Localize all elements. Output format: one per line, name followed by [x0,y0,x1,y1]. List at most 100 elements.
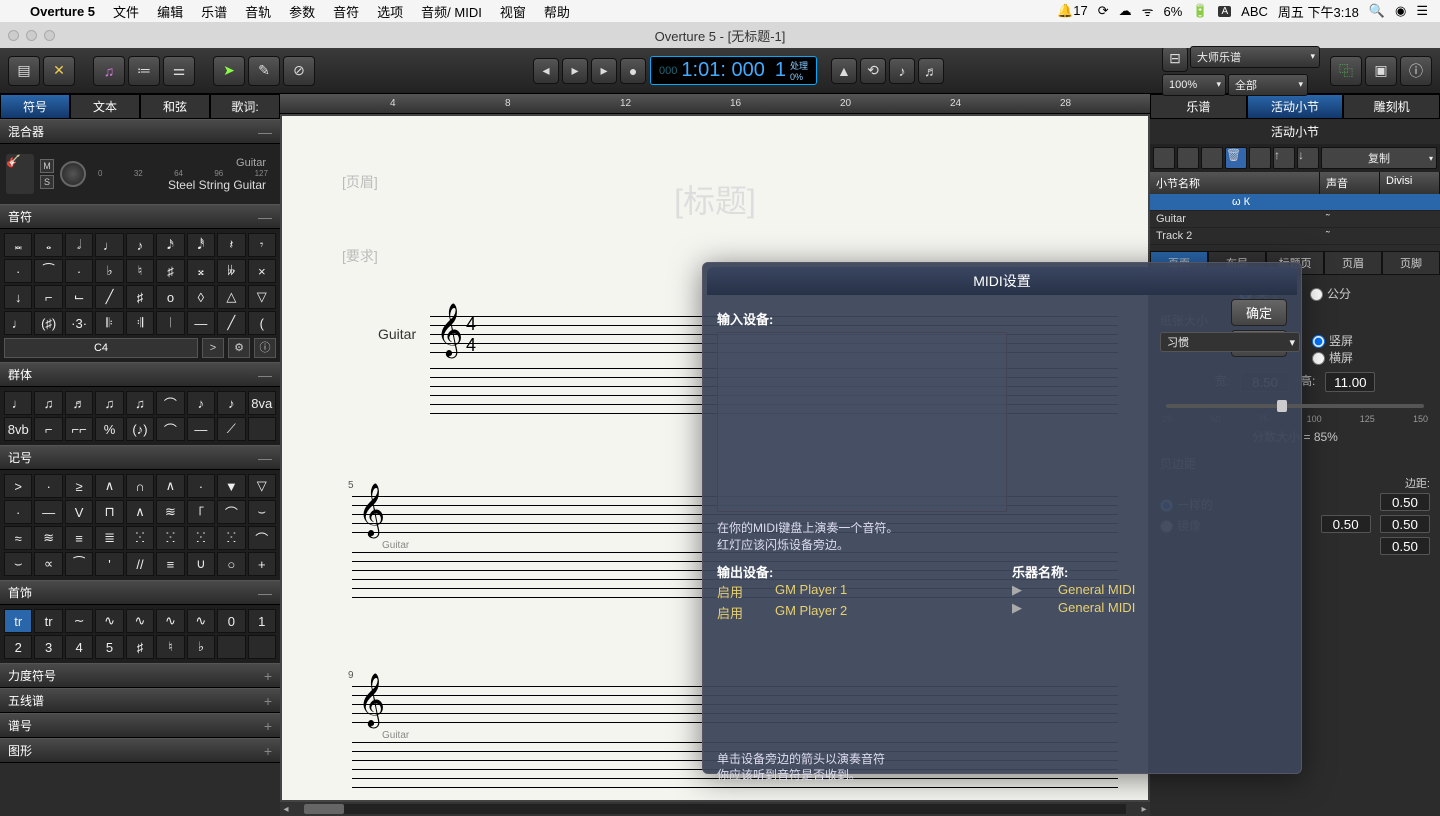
info-button[interactable]: ⓘ [254,338,276,358]
rewind-button[interactable]: ◂ [533,58,559,84]
tab-symbols[interactable]: 符号 [0,94,70,119]
margin-input[interactable] [1321,515,1371,533]
erase-icon[interactable]: ⊘ [283,56,315,86]
menu-track[interactable]: 音轨 [245,2,271,21]
sym[interactable]: ·3· [65,311,93,335]
sym[interactable]: tr [4,609,32,633]
rt-down-icon[interactable]: ↓ [1297,147,1319,169]
sym[interactable]: ⌒ [156,417,184,441]
sym[interactable]: ♮ [156,635,184,659]
sym[interactable]: ⵘ [217,526,245,550]
sym[interactable]: % [95,417,123,441]
sym[interactable]: o [156,285,184,309]
sym[interactable]: ⌐ [34,285,62,309]
status-icon-1[interactable]: ⟳ [1098,3,1109,19]
sym[interactable]: — [34,500,62,524]
sym[interactable]: + [248,552,276,576]
sym[interactable]: 𝄆 [95,311,123,335]
sym[interactable]: 8vb [4,417,32,441]
ime-badge[interactable]: A [1218,6,1231,17]
orient-portrait-radio[interactable]: 竖屏 [1312,332,1353,349]
sym[interactable]: ≈ [4,526,32,550]
input-devices-list[interactable] [717,332,1007,512]
pointer-icon[interactable]: ➤ [213,56,245,86]
sym[interactable]: ≋ [34,526,62,550]
sym[interactable]: ╱ [95,285,123,309]
sym[interactable]: tr [34,609,62,633]
sym[interactable]: ∩ [126,474,154,498]
sym[interactable]: ⵘ [126,526,154,550]
sym[interactable]: ⌣ [248,500,276,524]
view-score-icon[interactable]: ▤ [8,56,40,86]
sym[interactable]: ⁀ [34,259,62,283]
sym[interactable]: ♯ [156,259,184,283]
sym[interactable]: ⊓ [95,500,123,524]
sym[interactable]: ∿ [95,609,123,633]
tab-lyrics[interactable]: 歌词: [210,94,280,119]
settings-button[interactable]: ⚙ [228,338,250,358]
sym[interactable]: ♫ [126,391,154,415]
sym[interactable]: ∿ [187,609,215,633]
sym[interactable]: 𝄾 [248,233,276,257]
play2-button[interactable]: ▸ [591,58,617,84]
tab-text[interactable]: 文本 [70,94,140,119]
sym[interactable]: ∝ [34,552,62,576]
sym[interactable]: ' [95,552,123,576]
paper-preset-select[interactable]: 习惯 [1160,332,1300,352]
section-mixer[interactable]: 混合器— [0,119,280,144]
menu-notes[interactable]: 音符 [333,2,359,21]
pencil-icon[interactable]: ✎ [248,56,280,86]
copy-icon[interactable]: ⿻ [1330,56,1362,86]
sym[interactable]: 𝄫 [217,259,245,283]
section-notes[interactable]: 音符— [0,204,280,229]
copy-select[interactable]: 复制 [1321,147,1437,169]
sym[interactable]: ( [248,311,276,335]
mute-button[interactable]: M [40,159,54,173]
play-button[interactable]: ▸ [562,58,588,84]
instrument-row[interactable]: ▶General MIDI [1012,581,1287,599]
view-all-select[interactable]: 全部 [1228,74,1308,96]
sym[interactable]: 𝅗𝅥 [65,233,93,257]
ok-button[interactable]: 确定 [1231,299,1287,326]
sym[interactable]: ∧ [156,474,184,498]
unit-cm-radio[interactable]: 公分 [1310,285,1351,302]
notification-icon[interactable]: 🔔17 [1057,3,1088,19]
sym[interactable]: 1 [248,609,276,633]
output-device-row[interactable]: 启用GM Player 1 [717,581,992,602]
siri-icon[interactable]: ◉ [1395,3,1406,19]
sym[interactable]: 4 [65,635,93,659]
section-marks[interactable]: 记号— [0,445,280,470]
section-ornaments[interactable]: 首饰— [0,580,280,605]
sym[interactable] [248,417,276,441]
device-name[interactable]: Steel String Guitar [92,178,274,192]
sym[interactable]: 𝄀 [156,311,184,335]
sym[interactable]: ○ [217,552,245,576]
sym[interactable]: · [4,259,32,283]
sym[interactable]: ▽ [248,285,276,309]
horizontal-scrollbar[interactable]: ◂▸ [280,802,1150,816]
sym[interactable]: ╱ [217,311,245,335]
height-input[interactable] [1325,372,1375,392]
notes-icon[interactable]: ♫ [93,56,125,86]
sym[interactable]: ♪ [187,391,215,415]
sym[interactable]: ⵘ [187,526,215,550]
sym[interactable]: ♯ [126,635,154,659]
sym[interactable]: ↓ [4,285,32,309]
sym[interactable] [248,635,276,659]
sym[interactable]: ≣ [95,526,123,550]
loop-icon[interactable]: ⟲ [860,58,886,84]
sym[interactable]: ≡ [156,552,184,576]
wifi-icon[interactable]: ᯤ [1142,2,1154,20]
instrument-row[interactable]: ▶General MIDI [1012,599,1287,617]
rt-icon-5[interactable] [1249,147,1271,169]
sym[interactable]: ∧ [126,500,154,524]
sym[interactable]: ♩ [95,233,123,257]
parts-icon[interactable]: ⊟ [1162,46,1188,72]
mixer-icon[interactable]: ⚌ [163,56,195,86]
table-row[interactable]: Track 2῀ [1150,228,1440,245]
sym[interactable]: ⌣ [4,552,32,576]
traffic-lights[interactable] [8,30,55,41]
zoom-select[interactable]: 100% [1162,74,1226,96]
ime-label[interactable]: ABC [1241,4,1268,19]
sound-icon[interactable]: ♪ [889,58,915,84]
